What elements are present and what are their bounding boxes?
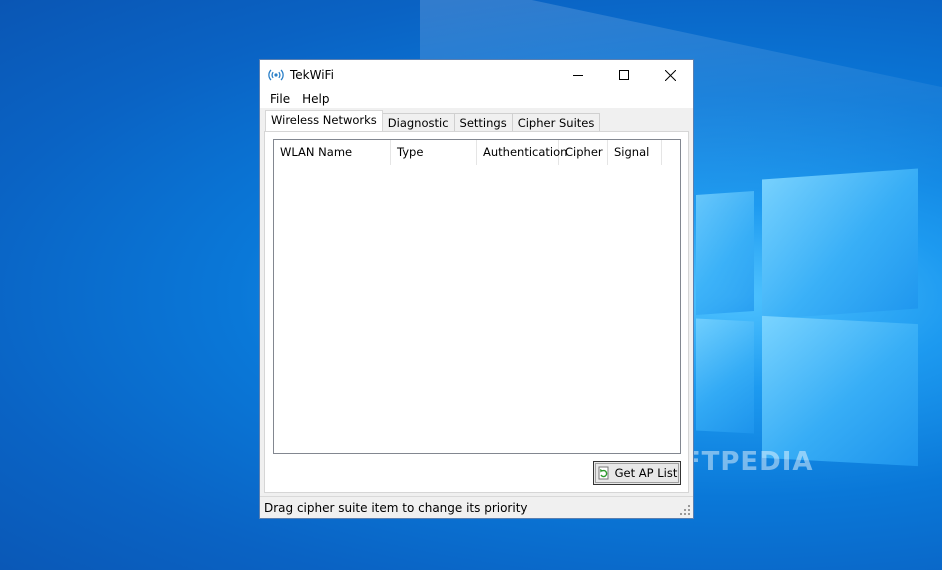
windows-logo-pane [696,318,754,434]
menu-file[interactable]: File [264,92,296,106]
tab-diagnostic[interactable]: Diagnostic [381,113,455,131]
column-header-cipher[interactable]: Cipher [559,140,608,165]
wlan-list[interactable]: WLAN Name Type Authentication Cipher Sig… [273,139,681,454]
windows-logo-pane [762,168,918,320]
window-title: TekWiFi [290,68,334,82]
close-button[interactable] [647,60,693,90]
column-header-signal[interactable]: Signal [608,140,662,165]
tab-settings[interactable]: Settings [453,113,513,131]
title-bar[interactable]: TekWiFi [260,60,693,90]
tab-cipher-suites[interactable]: Cipher Suites [511,113,601,131]
menu-bar: File Help [260,90,693,108]
get-ap-list-button[interactable]: Get AP List [593,461,681,485]
tekwifi-window: TekWiFi File Help Wireless Networks Diag… [259,59,694,519]
status-text: Drag cipher suite item to change its pri… [264,500,528,515]
windows-logo-pane [762,315,918,467]
column-header-type[interactable]: Type [391,140,477,165]
close-icon [664,69,676,81]
maximize-button[interactable] [601,60,647,90]
tab-strip: Wireless Networks Diagnostic Settings Ci… [265,110,601,131]
status-bar: Drag cipher suite item to change its pri… [260,496,693,518]
minimize-button[interactable] [555,60,601,90]
get-ap-list-label: Get AP List [614,466,678,480]
refresh-list-icon [598,466,609,480]
column-header-wlan-name[interactable]: WLAN Name [274,140,391,165]
minimize-icon [573,75,583,76]
wifi-signal-icon [268,67,284,83]
maximize-icon [619,70,629,80]
tab-wireless-networks[interactable]: Wireless Networks [265,110,383,131]
windows-logo-pane [696,190,754,316]
wireless-networks-panel: WLAN Name Type Authentication Cipher Sig… [264,131,689,493]
column-header-authentication[interactable]: Authentication [477,140,567,165]
menu-help[interactable]: Help [296,92,335,106]
resize-grip-icon[interactable] [679,504,691,516]
list-header: WLAN Name Type Authentication Cipher Sig… [274,140,680,165]
